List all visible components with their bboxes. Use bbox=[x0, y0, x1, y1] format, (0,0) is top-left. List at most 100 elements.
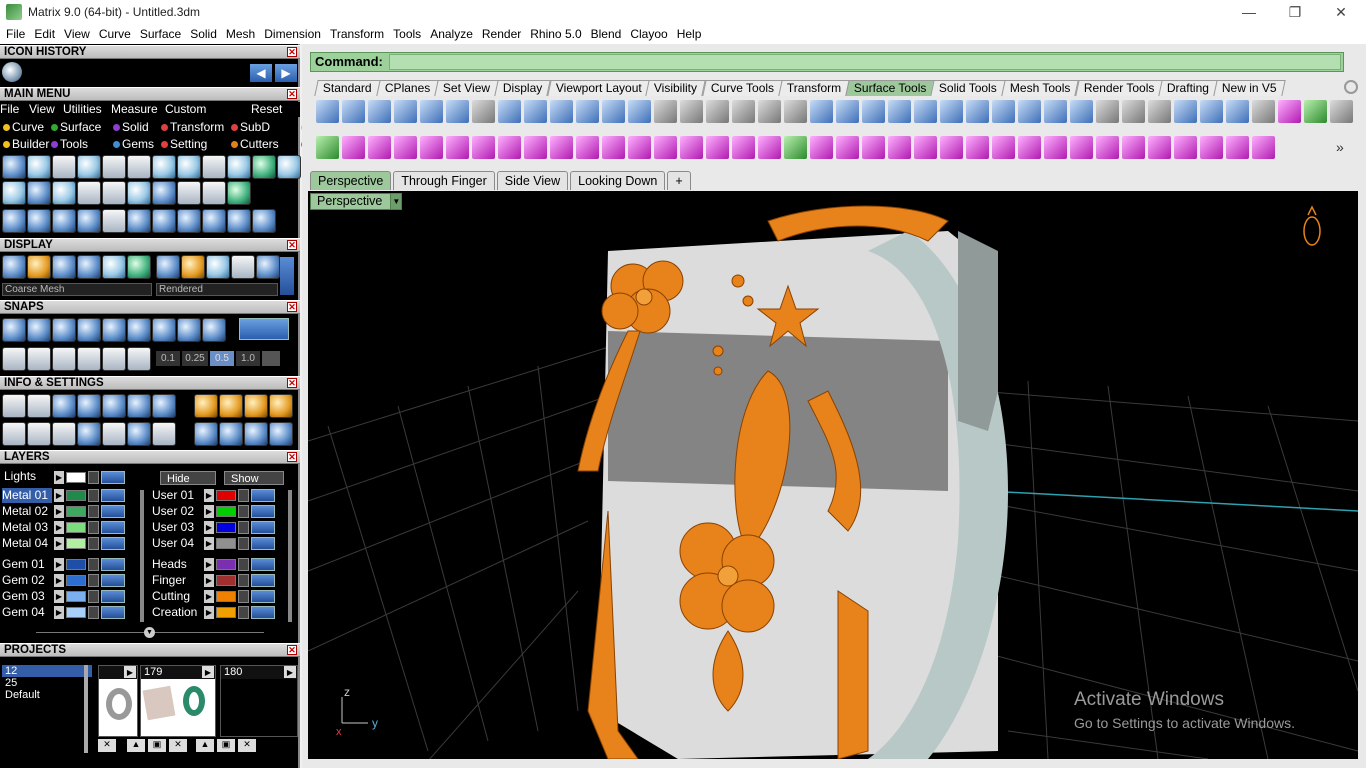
surface-tool-icon[interactable] bbox=[888, 100, 911, 123]
array-icon[interactable] bbox=[2, 209, 26, 233]
layer-visibility-toggle[interactable] bbox=[101, 574, 125, 587]
expand-icon[interactable]: ▶ bbox=[54, 558, 64, 571]
pendant-icon[interactable] bbox=[202, 181, 226, 205]
solid-tool-icon[interactable] bbox=[1122, 136, 1145, 159]
lock-icon[interactable] bbox=[238, 505, 249, 518]
layer-name[interactable]: Gem 04 bbox=[2, 605, 52, 620]
lock-icon[interactable] bbox=[238, 489, 249, 502]
layer-name[interactable]: Heads bbox=[152, 557, 202, 572]
lock-icon[interactable] bbox=[88, 574, 99, 587]
display-toggle[interactable] bbox=[280, 257, 294, 295]
command-input[interactable] bbox=[389, 54, 1341, 70]
project-thumbnail-180[interactable]: 180 ▶ bbox=[220, 665, 298, 737]
surface-tool-icon[interactable] bbox=[810, 100, 833, 123]
solid-tool-icon[interactable] bbox=[732, 136, 755, 159]
menu-transform[interactable]: Transform bbox=[330, 27, 384, 41]
surface-tool-icon[interactable] bbox=[992, 100, 1015, 123]
surface-tool-icon[interactable] bbox=[1044, 100, 1067, 123]
layer-name[interactable]: Gem 02 bbox=[2, 573, 52, 588]
save-icon[interactable]: ▣ bbox=[148, 739, 166, 752]
project-item[interactable]: Default bbox=[2, 689, 92, 701]
arrow-right-icon[interactable]: ▶ bbox=[202, 666, 214, 678]
dimension-icon[interactable] bbox=[269, 394, 293, 418]
show-button[interactable]: Show bbox=[224, 471, 284, 485]
pen-icon[interactable] bbox=[77, 155, 101, 179]
volume-icon[interactable] bbox=[244, 394, 268, 418]
menu-mesh[interactable]: Mesh bbox=[226, 27, 255, 41]
menu-help[interactable]: Help bbox=[677, 27, 702, 41]
project-item[interactable]: 12 bbox=[2, 665, 92, 677]
snap-point-icon[interactable] bbox=[52, 318, 76, 342]
gear-icon[interactable] bbox=[1344, 80, 1358, 94]
layer-visibility-toggle[interactable] bbox=[251, 590, 275, 603]
layer-name[interactable]: Cutting bbox=[152, 589, 202, 604]
arrow-right-icon[interactable]: ▶ bbox=[124, 666, 136, 678]
category-tools[interactable]: Tools bbox=[51, 137, 88, 151]
logo-icon[interactable] bbox=[102, 181, 126, 205]
menu-dimension[interactable]: Dimension bbox=[264, 27, 321, 41]
texture-icon[interactable] bbox=[152, 155, 176, 179]
solid-tool-icon[interactable] bbox=[1174, 136, 1197, 159]
solid-tool-icon[interactable] bbox=[1070, 136, 1093, 159]
image-icon[interactable] bbox=[227, 155, 251, 179]
layers-scrollbar[interactable] bbox=[140, 490, 144, 622]
light-icon[interactable] bbox=[52, 155, 76, 179]
surface-tool-icon[interactable] bbox=[966, 100, 989, 123]
layer-name[interactable]: User 04 bbox=[152, 536, 202, 551]
solid-tool-icon[interactable] bbox=[368, 136, 391, 159]
history-gem-icon[interactable] bbox=[2, 62, 22, 82]
surface-tool-icon[interactable] bbox=[1330, 100, 1353, 123]
layers-header[interactable]: LAYERS ✕ bbox=[0, 450, 300, 464]
layer-name[interactable]: Gem 01 bbox=[2, 557, 52, 572]
surface-tool-icon[interactable] bbox=[316, 100, 339, 123]
category-transform[interactable]: Transform bbox=[161, 120, 224, 134]
menu-solid[interactable]: Solid bbox=[190, 27, 217, 41]
close-button[interactable]: ✕ bbox=[1318, 0, 1364, 24]
bead-icon[interactable] bbox=[27, 155, 51, 179]
wireframe-icon[interactable] bbox=[2, 255, 26, 279]
display-mode-select[interactable]: Rendered bbox=[156, 283, 278, 296]
layer-visibility-toggle[interactable] bbox=[101, 471, 125, 484]
snap-perp-icon[interactable] bbox=[152, 318, 176, 342]
snap-value[interactable]: 0.25 bbox=[182, 351, 208, 366]
menu-edit[interactable]: Edit bbox=[34, 27, 55, 41]
surface-tool-icon[interactable] bbox=[1148, 100, 1171, 123]
ortho-icon[interactable] bbox=[102, 347, 126, 371]
measure-icon[interactable] bbox=[177, 209, 201, 233]
category-surface[interactable]: Surface bbox=[51, 120, 101, 134]
arrow-left-icon[interactable]: ◀ bbox=[250, 64, 272, 82]
solid-tool-icon[interactable] bbox=[992, 136, 1015, 159]
layer-visibility-toggle[interactable] bbox=[101, 521, 125, 534]
solid-tool-icon[interactable] bbox=[446, 136, 469, 159]
silver-sphere-icon[interactable] bbox=[231, 255, 255, 279]
surface-tool-icon[interactable] bbox=[498, 100, 521, 123]
solid-tool-icon[interactable] bbox=[576, 136, 599, 159]
layer-color-swatch[interactable] bbox=[66, 522, 86, 533]
main-menu-utilities[interactable]: Utilities bbox=[63, 102, 102, 116]
lock-icon[interactable] bbox=[238, 574, 249, 587]
menu-curve[interactable]: Curve bbox=[99, 27, 131, 41]
layer-visibility-toggle[interactable] bbox=[251, 489, 275, 502]
prong-info-icon[interactable] bbox=[219, 422, 243, 446]
layer-name[interactable]: Metal 04 bbox=[2, 536, 52, 551]
scale-icon[interactable] bbox=[127, 209, 151, 233]
main-menu-file[interactable]: File bbox=[0, 102, 19, 116]
ring-icon[interactable] bbox=[2, 181, 26, 205]
shaded-icon[interactable] bbox=[27, 255, 51, 279]
layer-stack-icon[interactable] bbox=[52, 394, 76, 418]
icon-history-header[interactable]: ICON HISTORY ✕ bbox=[0, 45, 300, 59]
solid-tool-icon[interactable] bbox=[1148, 136, 1171, 159]
lock-icon[interactable] bbox=[88, 505, 99, 518]
toolbar-overflow-icon[interactable]: » bbox=[1336, 139, 1344, 155]
layer-name[interactable]: Finger bbox=[152, 573, 202, 588]
solid-tool-icon[interactable] bbox=[680, 136, 703, 159]
surface-tool-icon[interactable] bbox=[342, 100, 365, 123]
cutter-icon[interactable] bbox=[227, 209, 251, 233]
circle-icon[interactable] bbox=[252, 209, 276, 233]
surface-tool-icon[interactable] bbox=[836, 100, 859, 123]
solid-tool-icon[interactable] bbox=[914, 136, 937, 159]
frame-icon[interactable] bbox=[127, 155, 151, 179]
snap-center-icon[interactable] bbox=[102, 318, 126, 342]
solid-tool-icon[interactable] bbox=[784, 136, 807, 159]
expand-icon[interactable]: ▶ bbox=[204, 574, 214, 587]
